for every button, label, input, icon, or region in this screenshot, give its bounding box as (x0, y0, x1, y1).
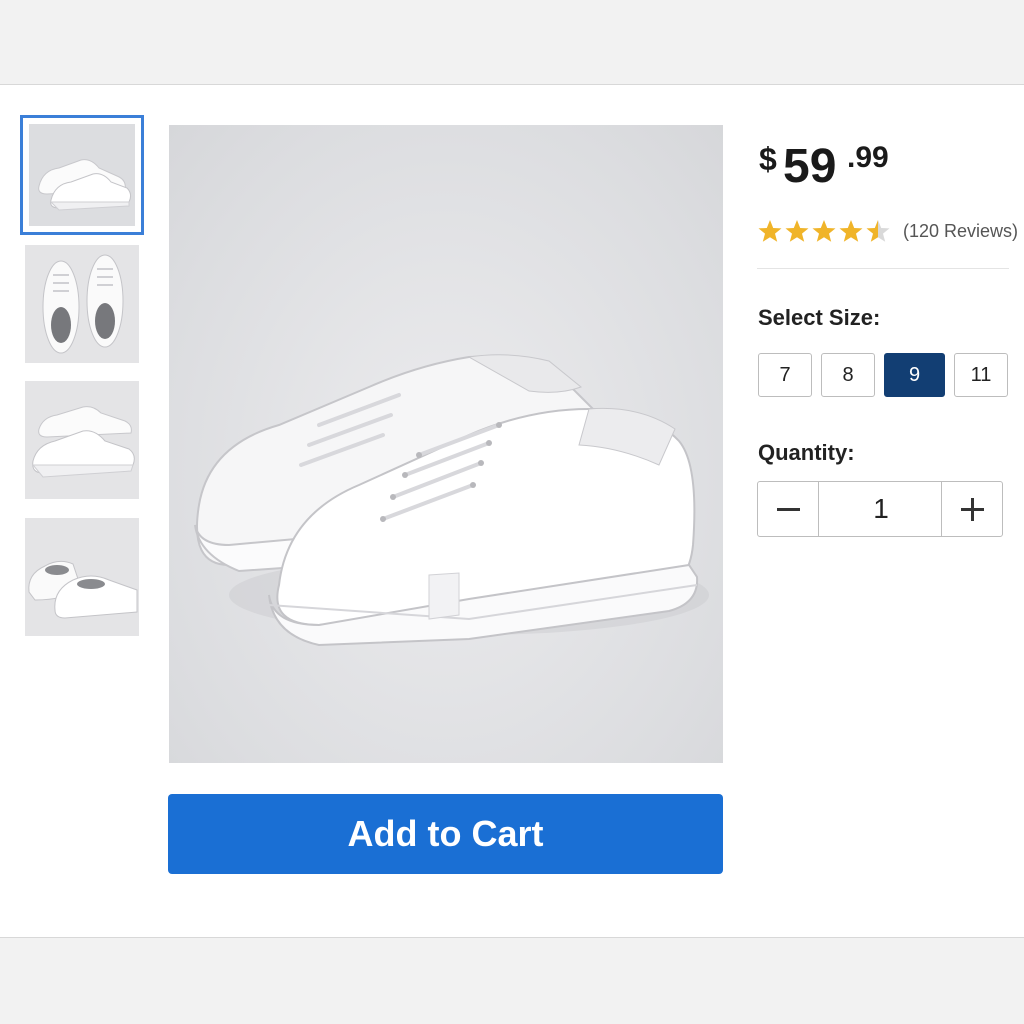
product-info: $ 59 .99 (120 Reviews) Select Size: 7 8 … (757, 135, 1018, 537)
star-rating (758, 220, 890, 242)
size-label: Select Size: (758, 305, 881, 330)
thumbnail-2[interactable] (25, 245, 139, 363)
add-to-cart-button[interactable]: Add to Cart (168, 794, 723, 874)
plus-icon (961, 498, 984, 521)
reviews-count[interactable]: (120 Reviews) (903, 221, 1018, 242)
price-whole: 59 (783, 140, 837, 193)
rating: (120 Reviews) (757, 215, 1018, 245)
quantity-label: Quantity: (758, 440, 855, 465)
price-cents: .99 (847, 141, 889, 174)
quantity-input[interactable] (820, 482, 942, 536)
thumbnail-image (29, 124, 135, 226)
quantity-stepper (757, 481, 1003, 537)
star-icon (812, 220, 836, 242)
price: $ 59 .99 (757, 135, 1009, 195)
divider (757, 268, 1009, 269)
half-star-icon (866, 220, 890, 242)
product-card: Add to Cart $ 59 .99 (120 Reviews) Selec… (0, 84, 1024, 938)
size-selector: 7 8 9 11 (757, 353, 1009, 399)
decrement-button[interactable] (758, 482, 819, 536)
increment-button[interactable] (941, 482, 1002, 536)
product-main-image (169, 125, 723, 763)
thumbnail-1[interactable] (20, 115, 144, 235)
thumbnail-4[interactable] (25, 518, 139, 636)
thumbnail-3[interactable] (25, 381, 139, 499)
price-currency: $ (759, 141, 777, 177)
minus-icon (777, 508, 800, 511)
size-option-7[interactable]: 7 (758, 353, 812, 397)
size-option-8[interactable]: 8 (821, 353, 875, 397)
star-icon (785, 220, 809, 242)
size-option-11[interactable]: 11 (954, 353, 1008, 397)
star-icon (758, 220, 782, 242)
star-icon (839, 220, 863, 242)
size-option-9[interactable]: 9 (884, 353, 945, 397)
